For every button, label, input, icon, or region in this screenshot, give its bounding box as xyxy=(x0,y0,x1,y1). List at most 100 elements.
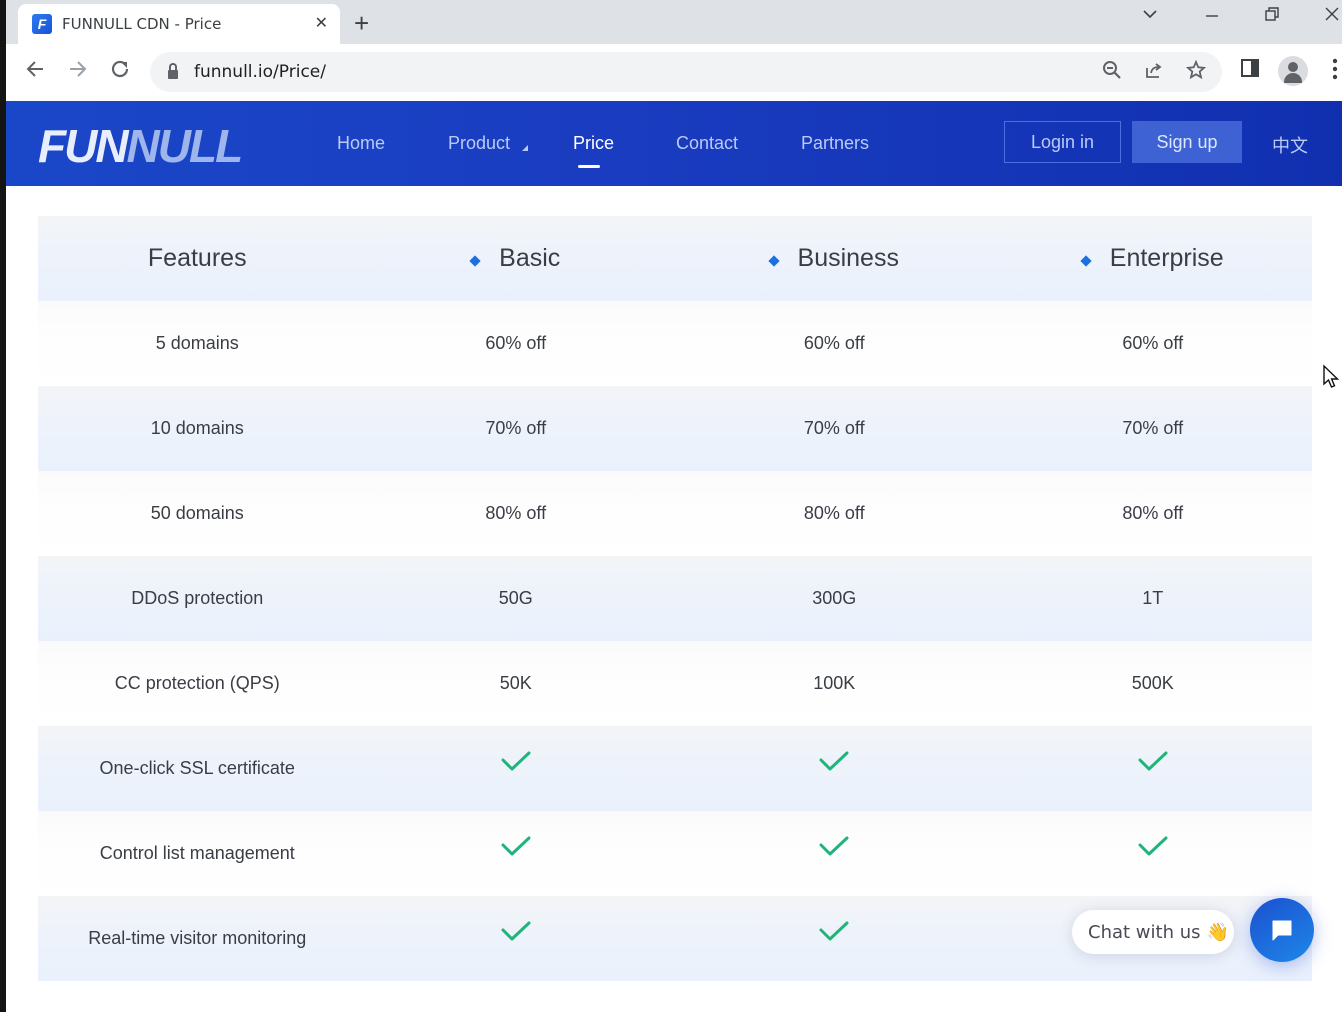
funnull-logo[interactable]: FUNNULL xyxy=(38,119,244,173)
plan-feature-included xyxy=(675,921,994,952)
plan-value: 80% off xyxy=(803,503,865,523)
product-dropdown-icon[interactable] xyxy=(522,145,528,151)
feature-name: DDoS protection xyxy=(131,588,264,608)
mouse-cursor-icon xyxy=(1323,364,1340,388)
column-header-enterprise: Enterprise xyxy=(994,244,1313,273)
open-chat-button[interactable] xyxy=(1250,898,1314,962)
plan-value: 300G xyxy=(812,588,857,608)
check-icon xyxy=(501,921,531,941)
minimize-icon[interactable] xyxy=(1204,6,1220,27)
plan-value: 60% off xyxy=(1122,333,1184,353)
plan-value: 80% off xyxy=(485,503,547,523)
plan-feature-included xyxy=(357,836,676,867)
diamond-icon xyxy=(767,254,780,267)
feature-name: 10 domains xyxy=(150,418,244,438)
plan-value: 60% off xyxy=(803,333,865,353)
plan-value: 500K xyxy=(1131,673,1174,693)
browser-tab[interactable]: F FUNNULL CDN - Price ✕ xyxy=(18,4,340,44)
url-text[interactable]: funnull.io/Price/ xyxy=(194,62,326,82)
forward-icon[interactable] xyxy=(67,58,89,87)
table-row: 50 domains 80% off 80% off 80% off xyxy=(38,471,1312,556)
feature-name: Control list management xyxy=(99,843,295,863)
feature-name: One-click SSL certificate xyxy=(99,758,295,778)
plan-value: 60% off xyxy=(485,333,547,353)
bookmark-star-icon[interactable] xyxy=(1185,59,1207,86)
nav-price[interactable]: Price xyxy=(573,133,614,154)
column-header-label: Basic xyxy=(499,244,561,272)
language-switch[interactable]: 中文 xyxy=(1272,132,1308,158)
plan-value: 70% off xyxy=(1122,418,1184,438)
plan-value: 80% off xyxy=(1122,503,1184,523)
tab-title: FUNNULL CDN - Price xyxy=(62,15,222,33)
table-row: 10 domains 70% off 70% off 70% off xyxy=(38,386,1312,471)
plan-feature-included xyxy=(357,751,676,782)
chat-label: Chat with us xyxy=(1088,921,1201,943)
check-icon xyxy=(501,836,531,856)
login-button[interactable]: Login in xyxy=(1004,121,1121,163)
plan-value: 1T xyxy=(1142,588,1164,608)
table-row: CC protection (QPS) 50K 100K 500K xyxy=(38,641,1312,726)
feature-name: CC protection (QPS) xyxy=(114,673,280,693)
side-panel-icon[interactable] xyxy=(1240,58,1260,83)
chat-with-us-bubble[interactable]: Chat with us 👋 xyxy=(1072,910,1234,954)
plan-feature-included xyxy=(675,751,994,782)
diamond-icon xyxy=(469,254,481,267)
logo-text-accent: NULL xyxy=(126,120,244,172)
feature-name: 5 domains xyxy=(155,333,239,353)
table-row: 5 domains 60% off 60% off 60% off xyxy=(38,301,1312,386)
waving-hand-icon: 👋 xyxy=(1206,921,1229,942)
nav-partners[interactable]: Partners xyxy=(801,133,869,154)
plan-feature-included xyxy=(994,836,1313,867)
plan-feature-included xyxy=(675,836,994,867)
restore-icon[interactable] xyxy=(1264,6,1280,27)
column-header-label: Enterprise xyxy=(1109,244,1224,272)
diamond-icon xyxy=(1080,254,1092,267)
table-row: Control list management xyxy=(38,811,1312,896)
favicon-icon: F xyxy=(32,14,52,34)
check-icon xyxy=(1138,836,1168,856)
plan-value: 100K xyxy=(813,673,856,693)
nav-contact[interactable]: Contact xyxy=(676,133,738,154)
table-body: 5 domains 60% off 60% off 60% off 10 domains… xyxy=(38,301,1312,981)
active-nav-indicator xyxy=(578,165,600,168)
chat-icon xyxy=(1272,920,1292,941)
check-icon xyxy=(819,921,849,941)
nav-home[interactable]: Home xyxy=(337,133,385,154)
table-row: One-click SSL certificate xyxy=(38,726,1312,811)
page-content: Features Basic Business Enterprise 5 dom… xyxy=(6,186,1342,1012)
back-icon[interactable] xyxy=(24,58,46,87)
check-icon xyxy=(819,836,849,856)
column-header-basic: Basic xyxy=(357,244,676,273)
plan-feature-included xyxy=(994,751,1313,782)
feature-name: Real-time visitor monitoring xyxy=(88,928,307,948)
signup-button[interactable]: Sign up xyxy=(1132,121,1242,163)
plan-value: 70% off xyxy=(485,418,547,438)
feature-name: 50 domains xyxy=(150,503,244,523)
menu-kebab-icon[interactable] xyxy=(1332,58,1338,85)
column-header-business: Business xyxy=(675,244,994,273)
address-bar[interactable]: funnull.io/Price/ xyxy=(150,52,1222,92)
share-icon[interactable] xyxy=(1144,60,1164,86)
check-icon xyxy=(501,751,531,771)
browser-toolbar: funnull.io/Price/ xyxy=(6,44,1342,101)
profile-avatar[interactable] xyxy=(1278,56,1308,86)
column-header-features: Features xyxy=(38,244,357,273)
close-window-icon[interactable] xyxy=(1324,6,1340,27)
zoom-out-icon[interactable] xyxy=(1102,60,1122,86)
column-header-label: Features xyxy=(147,244,247,272)
plan-feature-included xyxy=(357,921,676,952)
close-tab-icon[interactable]: ✕ xyxy=(315,13,328,33)
table-header-row: Features Basic Business Enterprise xyxy=(38,216,1312,301)
plan-value: 50G xyxy=(498,588,533,608)
pricing-table: Features Basic Business Enterprise 5 dom… xyxy=(38,216,1312,981)
plan-value: 50K xyxy=(499,673,532,693)
column-header-label: Business xyxy=(797,244,899,272)
reload-icon[interactable] xyxy=(109,58,131,87)
nav-product[interactable]: Product xyxy=(448,133,510,154)
check-icon xyxy=(819,751,849,771)
logo-text-main: FUN xyxy=(38,120,129,172)
new-tab-icon[interactable]: + xyxy=(354,8,369,39)
lock-icon xyxy=(168,62,178,79)
tab-search-icon[interactable] xyxy=(1142,6,1158,27)
check-icon xyxy=(1138,751,1168,771)
